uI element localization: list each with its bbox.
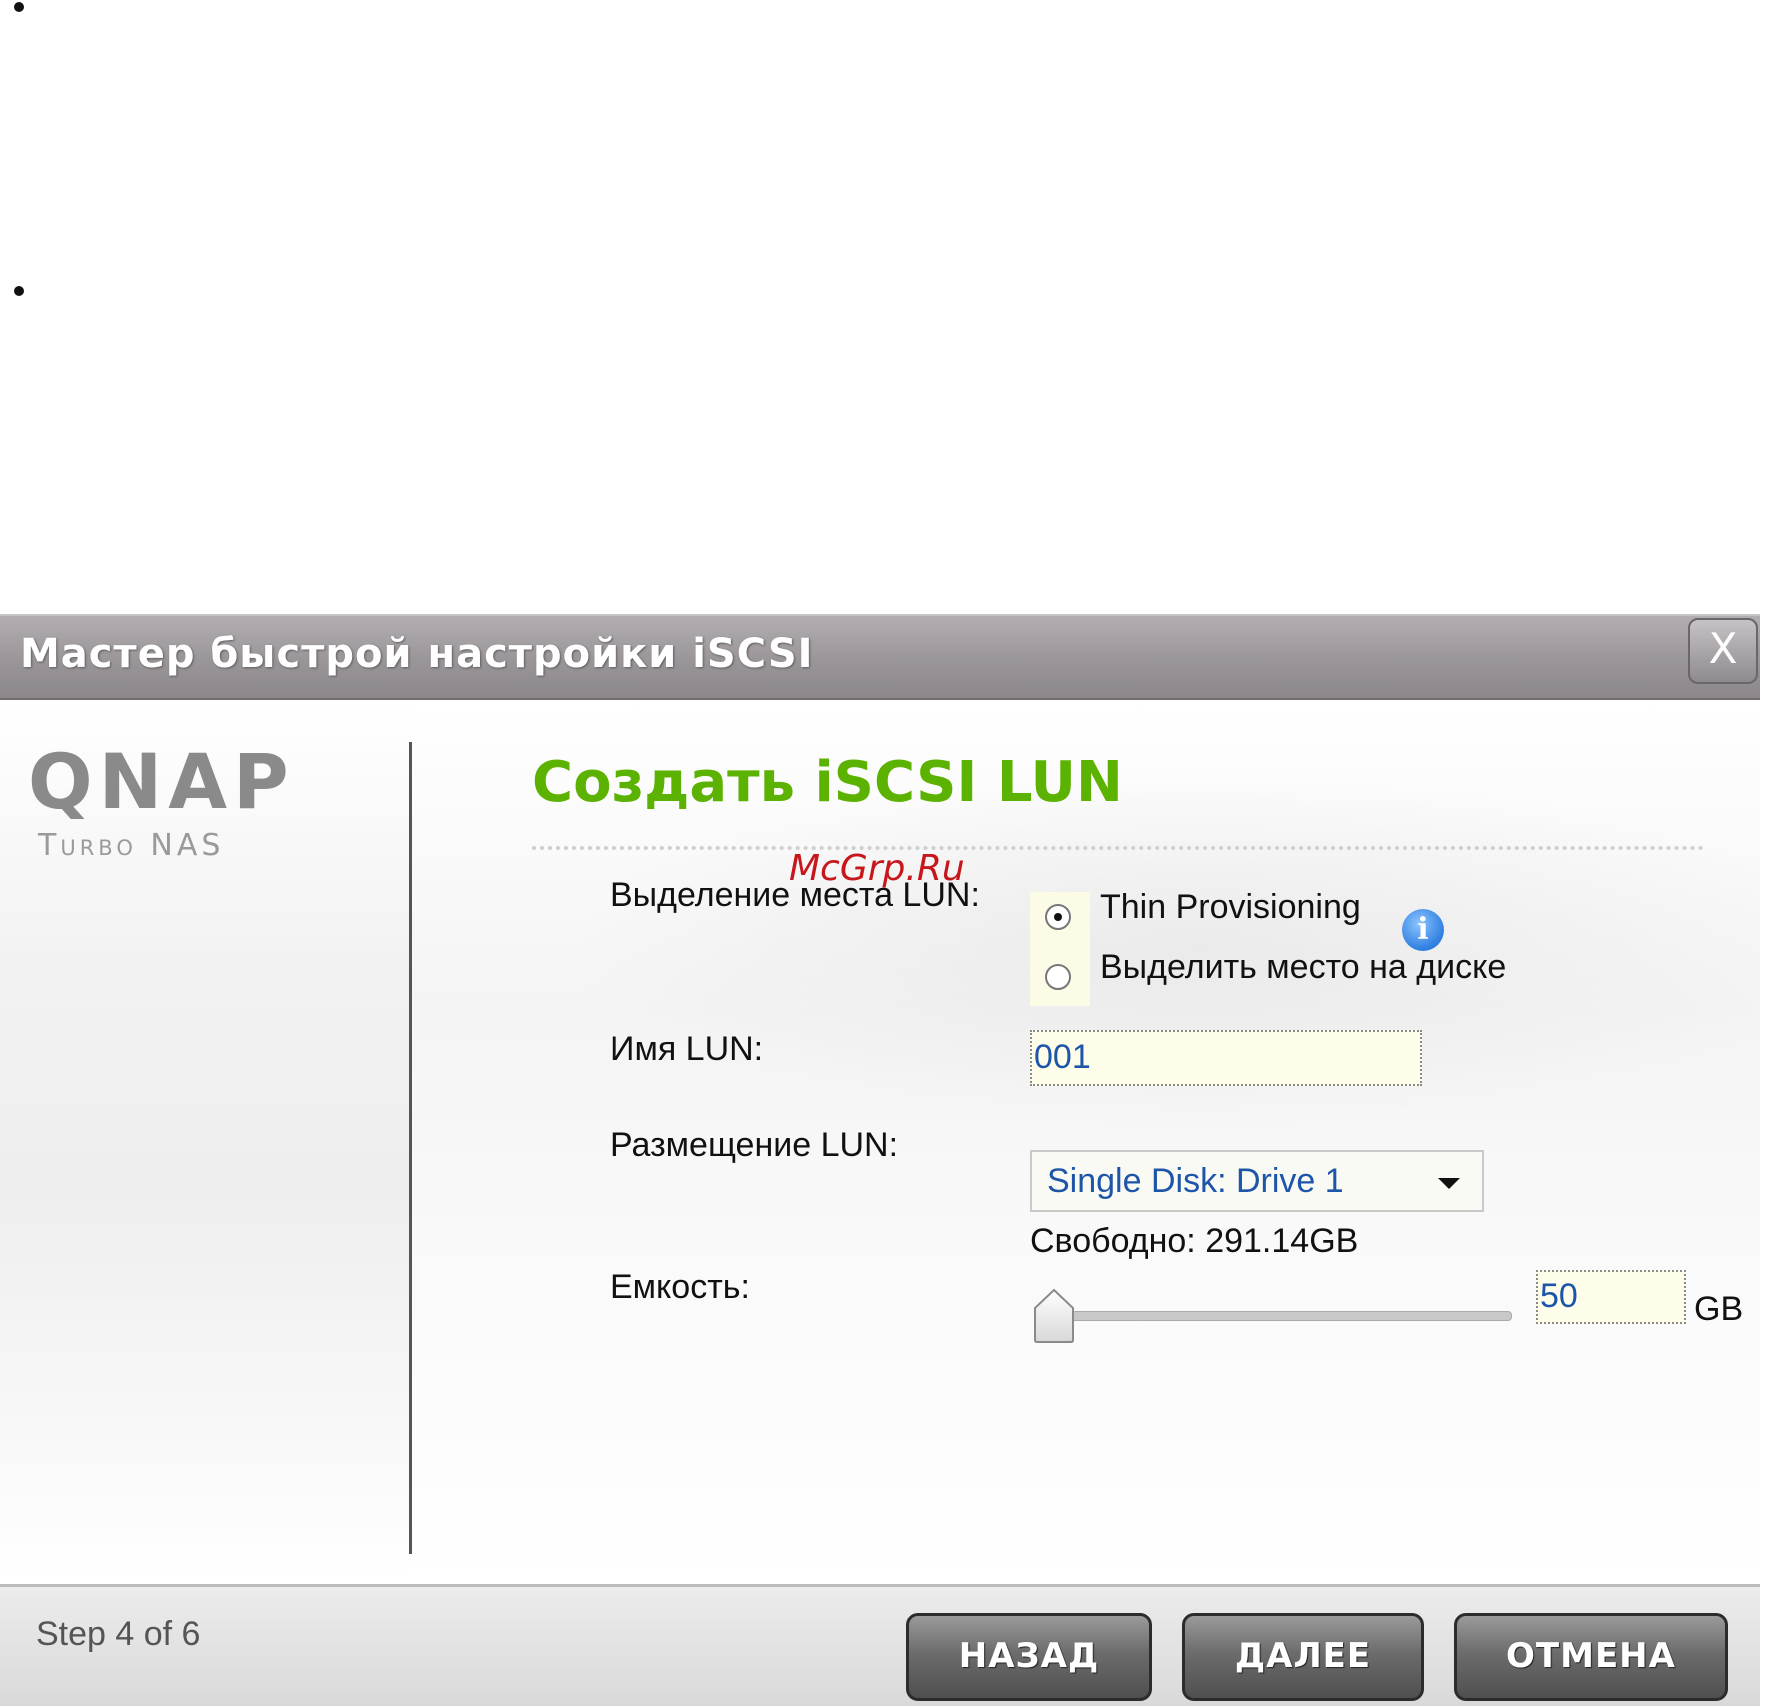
close-button[interactable]: X	[1688, 618, 1758, 684]
back-button[interactable]: НАЗАД	[906, 1613, 1152, 1701]
lun-name-label: Имя LUN:	[610, 1030, 764, 1068]
thin-provisioning-radio[interactable]	[1045, 904, 1071, 930]
capacity-slider-track[interactable]	[1060, 1311, 1512, 1321]
page-title: Создать iSCSI LUN	[532, 750, 1123, 815]
title-bar[interactable]: Мастер быстрой настройки iSCSI X	[0, 614, 1760, 700]
wizard-content: QNAP Turbo NAS Создать iSCSI LUN McGrp.R…	[0, 700, 1760, 1584]
heading-divider	[532, 846, 1704, 850]
allocate-space-radio[interactable]	[1045, 964, 1071, 990]
allocation-label: Выделение места LUN:	[610, 876, 980, 914]
vertical-divider	[409, 742, 412, 1554]
lun-location-label: Размещение LUN:	[610, 1126, 899, 1164]
qnap-logo: QNAP	[28, 737, 295, 826]
lun-name-input[interactable]: 001	[1030, 1030, 1422, 1086]
thin-provisioning-label[interactable]: Thin Provisioning	[1100, 888, 1361, 927]
window-title: Мастер быстрой настройки iSCSI	[20, 631, 814, 677]
select-value: Single Disk: Drive 1	[1047, 1162, 1344, 1200]
next-button[interactable]: ДАЛЕЕ	[1182, 1613, 1424, 1701]
capacity-unit: GB	[1694, 1290, 1744, 1328]
free-space-text: Свободно: 291.14GB	[1030, 1222, 1359, 1260]
capacity-label: Емкость:	[610, 1268, 750, 1306]
list-bullet	[14, 2, 24, 12]
cancel-button[interactable]: ОТМЕНА	[1454, 1613, 1728, 1701]
capacity-input[interactable]: 50	[1536, 1270, 1686, 1324]
info-icon[interactable]: i	[1402, 909, 1444, 951]
close-icon: X	[1708, 624, 1738, 673]
capacity-slider-thumb[interactable]	[1032, 1288, 1076, 1344]
chevron-down-icon[interactable]	[1438, 1178, 1460, 1189]
wizard-footer: Step 4 of 6 НАЗАД ДАЛЕЕ ОТМЕНА	[0, 1584, 1760, 1706]
list-bullet	[14, 286, 24, 296]
lun-location-select[interactable]: Single Disk: Drive 1	[1030, 1150, 1484, 1212]
wizard-dialog: Мастер быстрой настройки iSCSI X QNAP Tu…	[0, 614, 1760, 1706]
sidebar-panel: QNAP Turbo NAS	[0, 700, 410, 1584]
logo-subtitle: Turbo NAS	[38, 828, 225, 863]
step-indicator: Step 4 of 6	[36, 1615, 201, 1653]
allocate-space-label[interactable]: Выделить место на диске	[1100, 948, 1506, 987]
